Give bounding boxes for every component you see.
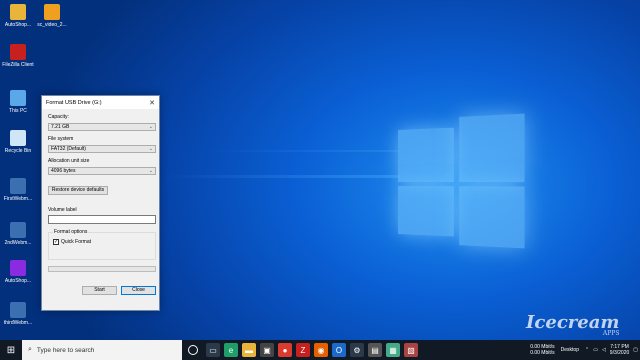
- app-icon[interactable]: ▤: [368, 343, 382, 357]
- volume-label: Volume label: [48, 207, 77, 213]
- winrar-icon: [10, 260, 26, 276]
- desktop-icon[interactable]: thirdWebm...: [0, 302, 36, 326]
- folder-icon: [10, 4, 26, 20]
- light-beam: [160, 175, 400, 178]
- search-placeholder: Type here to search: [36, 346, 95, 354]
- format-options-label: Format options: [53, 229, 89, 235]
- filesystem-select[interactable]: FAT32 (Default) ⌄: [48, 145, 156, 153]
- edge-icon[interactable]: e: [224, 343, 238, 357]
- desktop-icon[interactable]: This PC: [0, 90, 36, 114]
- desktop-icon[interactable]: sc_video_2...: [34, 4, 70, 28]
- allocation-label: Allocation unit size: [48, 158, 90, 164]
- desktop-icon[interactable]: FileZilla Client: [0, 44, 36, 68]
- taskbar-search[interactable]: ⌕ Type here to search: [22, 340, 182, 360]
- format-options-group: Format options ✓ Quick Format: [48, 229, 156, 260]
- dialog-title: Format USB Drive (G:): [46, 99, 102, 106]
- close-button[interactable]: Close: [121, 286, 156, 295]
- store-icon[interactable]: ▣: [260, 343, 274, 357]
- icecream-watermark: Icecream APPS: [526, 312, 619, 337]
- search-icon: ⌕: [28, 346, 32, 353]
- network-download-speed: 0.00 Mbit/s: [530, 350, 555, 356]
- desktop-icon[interactable]: 2ndWebm...: [0, 222, 36, 246]
- notifications-icon[interactable]: ▢: [633, 347, 638, 353]
- clock[interactable]: 7:17 PM 9/3/2020: [610, 344, 629, 356]
- allocation-value: 4096 bytes: [51, 168, 76, 174]
- system-tray: 0.00 Mbit/s 0.00 Mbit/s Desktop ⌃ ▭ ◁ 7:…: [530, 340, 640, 360]
- desktop-icon-label: Recycle Bin: [4, 148, 32, 154]
- computer-icon: [10, 90, 26, 106]
- desktop-icon[interactable]: Recycle Bin: [0, 130, 36, 154]
- desktop-icon-label: AutoShop...: [4, 278, 32, 284]
- filesystem-label: File system: [48, 136, 74, 142]
- chevron-down-icon: ⌄: [148, 168, 153, 174]
- task-view-icon[interactable]: ▭: [206, 343, 220, 357]
- windows-logo-wallpaper: [398, 113, 525, 249]
- chevron-down-icon: ⌄: [148, 124, 153, 130]
- desktop-icon[interactable]: AutoShop...: [0, 4, 36, 28]
- close-icon[interactable]: ✕: [145, 96, 159, 109]
- firefox-icon[interactable]: ◉: [314, 343, 328, 357]
- filesystem-value: FAT32 (Default): [51, 146, 86, 152]
- tray-chevron-icon[interactable]: ⌃: [585, 347, 589, 353]
- volume-icon[interactable]: ◁: [602, 347, 606, 353]
- filezilla-icon[interactable]: Z: [296, 343, 310, 357]
- webm-file-icon: [10, 178, 26, 194]
- cortana-icon[interactable]: [188, 345, 198, 355]
- volume-label-input[interactable]: [48, 215, 156, 224]
- recycle-bin-icon: [10, 130, 26, 146]
- desktop-icon[interactable]: AutoShop...: [0, 260, 36, 284]
- capacity-select[interactable]: 7.21 GB ⌄: [48, 123, 156, 131]
- format-dialog: Format USB Drive (G:) ✕ Capacity: 7.21 G…: [41, 95, 160, 311]
- desktop-icon-label: FileZilla Client: [2, 62, 34, 68]
- app-icon[interactable]: ▧: [404, 343, 418, 357]
- webm-file-icon: [10, 222, 26, 238]
- webm-file-icon: [10, 302, 26, 318]
- desktop-icon-label: sc_video_2...: [37, 22, 67, 28]
- checkbox-check-icon: ✓: [53, 239, 59, 245]
- capacity-value: 7.21 GB: [51, 124, 70, 130]
- clock-date: 9/3/2020: [609, 350, 630, 356]
- quick-format-checkbox[interactable]: ✓ Quick Format: [53, 239, 91, 245]
- windows-start-icon[interactable]: ⊞: [0, 340, 22, 360]
- network-icon[interactable]: ▭: [593, 347, 598, 353]
- desktop-icon-label: This PC: [9, 108, 27, 114]
- start-button[interactable]: Start: [82, 286, 117, 295]
- app-icon[interactable]: ▦: [386, 343, 400, 357]
- outlook-icon[interactable]: O: [332, 343, 346, 357]
- format-progress-bar: [48, 266, 156, 272]
- desktop-icon[interactable]: FirstWebm...: [0, 178, 36, 202]
- quick-format-label: Quick Format: [61, 239, 92, 245]
- video-file-icon: [44, 4, 60, 20]
- desktop-icon-label: FirstWebm...: [3, 196, 33, 202]
- file-explorer-icon[interactable]: ▬: [242, 343, 256, 357]
- desktop-toolbar[interactable]: Desktop: [561, 347, 579, 353]
- capacity-label: Capacity:: [48, 114, 69, 120]
- chrome-icon[interactable]: ●: [278, 343, 292, 357]
- allocation-select[interactable]: 4096 bytes ⌄: [48, 167, 156, 175]
- settings-icon[interactable]: ⚙: [350, 343, 364, 357]
- restore-defaults-button[interactable]: Restore device defaults: [48, 186, 108, 195]
- desktop-icon-label: AutoShop...: [4, 22, 32, 28]
- chevron-down-icon: ⌄: [148, 146, 153, 152]
- desktop-icon-label: thirdWebm...: [3, 320, 33, 326]
- taskbar: ⊞ ⌕ Type here to search ▭ e ▬ ▣ ● Z ◉ O ⚙ ▤ ▦ ▧ 0.0…: [0, 340, 640, 360]
- desktop-icon-label: 2ndWebm...: [4, 240, 32, 246]
- filezilla-icon: [10, 44, 26, 60]
- dialog-titlebar: Format USB Drive (G:) ✕: [42, 96, 159, 109]
- light-beam: [200, 150, 400, 152]
